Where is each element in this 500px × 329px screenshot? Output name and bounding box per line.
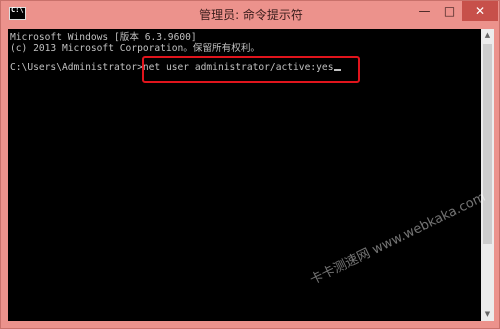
command-highlight-box xyxy=(142,56,360,83)
close-button[interactable]: ✕ xyxy=(462,1,498,21)
scroll-down-arrow-icon[interactable]: ▼ xyxy=(481,308,494,321)
minimize-button[interactable]: — xyxy=(412,1,437,21)
copyright-line: (c) 2013 Microsoft Corporation。保留所有权利。 xyxy=(10,43,261,54)
console-area[interactable]: Microsoft Windows [版本 6.3.9600] (c) 2013… xyxy=(8,29,481,321)
maximize-button[interactable]: □ xyxy=(437,1,462,21)
scroll-up-arrow-icon[interactable]: ▲ xyxy=(481,29,494,42)
scroll-thumb[interactable] xyxy=(483,44,492,244)
prompt: C:\Users\Administrator> xyxy=(10,62,143,73)
command-prompt-window: 管理员: 命令提示符 — □ ✕ Microsoft Windows [版本 6… xyxy=(0,0,500,329)
titlebar[interactable]: 管理员: 命令提示符 — □ ✕ xyxy=(1,1,500,29)
vertical-scrollbar[interactable]: ▲ ▼ xyxy=(481,29,494,321)
